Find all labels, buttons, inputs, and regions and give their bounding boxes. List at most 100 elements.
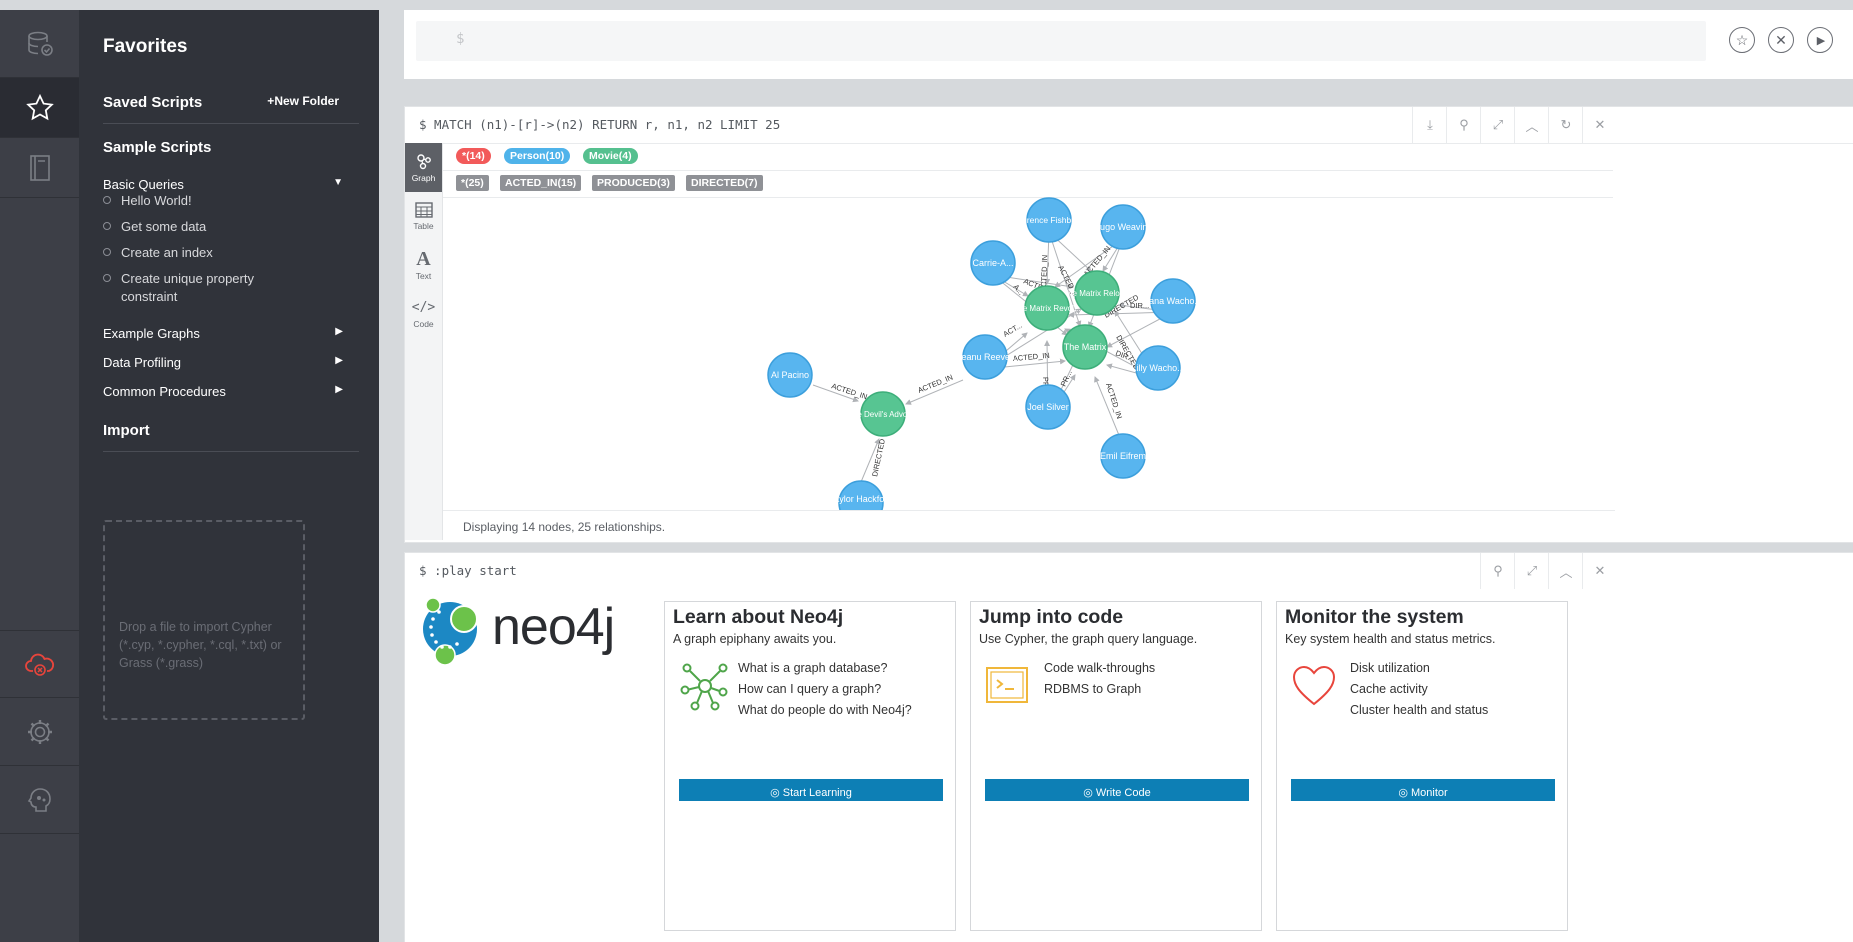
tab-text[interactable]: A Text bbox=[405, 241, 442, 290]
frame-header: $ :play start ⚲ ⤢ ︿ ✕ bbox=[405, 553, 1853, 589]
card-description: Key system health and status metrics. bbox=[1285, 632, 1496, 646]
fullscreen-button[interactable]: ⤢ bbox=[1480, 107, 1515, 143]
download-button[interactable]: ⤓ bbox=[1412, 107, 1447, 143]
caret-down-icon: ▼ bbox=[333, 177, 343, 188]
heart-icon bbox=[1292, 665, 1336, 706]
pin-button[interactable]: ⚲ bbox=[1480, 553, 1515, 589]
rel-type-all[interactable]: *(25) bbox=[456, 175, 489, 191]
card-link[interactable]: Cluster health and status bbox=[1350, 700, 1550, 721]
tab-graph[interactable]: Graph bbox=[405, 143, 442, 192]
favorites-nav-button[interactable] bbox=[0, 78, 79, 138]
expand-icon: ⤢ bbox=[1492, 117, 1504, 132]
card-description: A graph epiphany awaits you. bbox=[673, 632, 837, 646]
node-label-person[interactable]: Person(10) bbox=[504, 148, 571, 164]
card-link[interactable]: Cache activity bbox=[1350, 679, 1550, 700]
person-node[interactable]: Lana Wacho... bbox=[1144, 278, 1202, 324]
person-node[interactable]: Carrie-A... bbox=[970, 240, 1016, 286]
documents-nav-button[interactable] bbox=[0, 138, 79, 198]
favorite-query-button[interactable]: ☆ bbox=[1729, 27, 1755, 53]
pin-button[interactable]: ⚲ bbox=[1446, 107, 1481, 143]
script-get-some-data[interactable]: Get some data bbox=[103, 218, 311, 236]
node-caption: The Matrix Revol... bbox=[1013, 304, 1080, 313]
person-node[interactable]: Hugo Weaving bbox=[1094, 204, 1153, 250]
person-node[interactable]: Al Pacino bbox=[767, 352, 813, 398]
frame-command[interactable]: $ :play start bbox=[419, 563, 517, 578]
about-nav-button[interactable] bbox=[0, 766, 79, 834]
query-editor-bar: $ ☆ ✕ ▶ bbox=[404, 10, 1853, 79]
collapse-button[interactable]: ︿ bbox=[1548, 553, 1583, 589]
neo4j-browser: Favorites Saved Scripts +New Folder Samp… bbox=[0, 0, 1853, 942]
frame-command[interactable]: $ MATCH (n1)-[r]->(n2) RETURN r, n1, n2 … bbox=[419, 117, 780, 132]
person-node[interactable]: Lilly Wacho... bbox=[1131, 345, 1185, 391]
script-create-index[interactable]: Create an index bbox=[103, 244, 311, 262]
start-learning-button[interactable]: ◎ Start Learning bbox=[679, 779, 943, 801]
script-bullet-icon bbox=[103, 274, 111, 282]
run-query-button[interactable]: ▶ bbox=[1807, 27, 1833, 53]
tab-label: Text bbox=[415, 271, 432, 281]
tab-table[interactable]: Table bbox=[405, 192, 442, 241]
close-frame-button[interactable]: ✕ bbox=[1582, 107, 1617, 143]
expand-icon: ⤢ bbox=[1526, 563, 1538, 578]
rel-type-produced[interactable]: PRODUCED(3) bbox=[592, 175, 675, 191]
fullscreen-button[interactable]: ⤢ bbox=[1514, 553, 1549, 589]
basic-queries-folder[interactable]: Basic Queries ▼ bbox=[103, 177, 343, 192]
code-icon: </> bbox=[411, 300, 436, 315]
tab-code[interactable]: </> Code bbox=[405, 290, 442, 339]
collapse-button[interactable]: ︿ bbox=[1514, 107, 1549, 143]
graph-canvas[interactable]: ACTED_IN ACTED_IN DIRECTED ACTED_IN ACTE… bbox=[443, 197, 1615, 510]
neo4j-logo: neo4j bbox=[420, 595, 620, 665]
rel-type-acted-in[interactable]: ACTED_IN(15) bbox=[500, 175, 582, 191]
person-node[interactable]: Joel Silver bbox=[1025, 384, 1071, 430]
node-caption: Carrie-A... bbox=[972, 258, 1013, 268]
rel-type-directed[interactable]: DIRECTED(7) bbox=[686, 175, 763, 191]
script-hello-world[interactable]: Hello World! bbox=[103, 192, 311, 210]
monitor-button[interactable]: ◎ Monitor bbox=[1291, 779, 1555, 801]
movie-node[interactable]: The Matrix bbox=[1062, 324, 1108, 370]
node-caption: Joel Silver bbox=[1027, 402, 1069, 412]
close-frame-button[interactable]: ✕ bbox=[1582, 553, 1617, 589]
query-editor[interactable]: $ bbox=[416, 21, 1706, 61]
card-link[interactable]: Disk utilization bbox=[1350, 658, 1550, 679]
common-procedures-folder[interactable]: Common Procedures ▶ bbox=[103, 384, 343, 399]
person-node[interactable]: Laurence Fishbur... bbox=[1013, 197, 1086, 243]
person-node[interactable]: Emil Eifrem bbox=[1100, 433, 1146, 479]
pin-icon: ⚲ bbox=[1493, 563, 1503, 578]
node-caption: Taylor Hackford bbox=[830, 494, 893, 504]
database-nav-button[interactable] bbox=[0, 10, 79, 78]
node-label-movie[interactable]: Movie(4) bbox=[583, 148, 638, 164]
clear-editor-button[interactable]: ✕ bbox=[1768, 27, 1794, 53]
dropzone-text: Drop a file to import Cypher (*.cyp, *.c… bbox=[119, 620, 282, 670]
import-dropzone[interactable]: Drop a file to import Cypher (*.cyp, *.c… bbox=[103, 520, 305, 720]
graph-icon bbox=[416, 154, 431, 170]
person-node[interactable]: Taylor Hackford bbox=[830, 480, 893, 510]
script-unique-constraint[interactable]: Create unique property constraint bbox=[103, 270, 311, 306]
card-link[interactable]: Code walk-throughs bbox=[1044, 658, 1244, 679]
card-link[interactable]: What do people do with Neo4j? bbox=[738, 700, 938, 721]
editor-prompt: $ bbox=[456, 31, 465, 47]
example-graphs-folder[interactable]: Example Graphs ▶ bbox=[103, 326, 343, 341]
common-procedures-label: Common Procedures bbox=[103, 384, 226, 399]
settings-nav-button[interactable] bbox=[0, 698, 79, 766]
rerun-button[interactable]: ↻ bbox=[1548, 107, 1583, 143]
write-code-button[interactable]: ◎ Write Code bbox=[985, 779, 1249, 801]
card-link[interactable]: RDBMS to Graph bbox=[1044, 679, 1244, 700]
card-title: Learn about Neo4j bbox=[673, 606, 844, 628]
data-profiling-folder[interactable]: Data Profiling ▶ bbox=[103, 355, 343, 370]
sync-nav-button[interactable] bbox=[0, 630, 79, 698]
new-folder-button[interactable]: +New Folder bbox=[267, 94, 339, 108]
card-links: What is a graph database? How can I quer… bbox=[738, 658, 938, 721]
tab-label: Graph bbox=[411, 173, 436, 183]
button-label: Start Learning bbox=[782, 787, 852, 799]
terminal-icon bbox=[986, 667, 1028, 703]
node-label-all[interactable]: *(14) bbox=[456, 148, 491, 164]
card-link[interactable]: How can I query a graph? bbox=[738, 679, 938, 700]
card-link[interactable]: What is a graph database? bbox=[738, 658, 938, 679]
basic-queries-label: Basic Queries bbox=[103, 177, 184, 192]
tab-label: Table bbox=[413, 221, 434, 231]
view-tabs: Graph Table A Text </> Code bbox=[405, 143, 443, 540]
drawer-title: Favorites bbox=[103, 36, 188, 57]
person-node[interactable]: Keanu Reeves bbox=[955, 334, 1015, 380]
neo4j-head-icon bbox=[27, 787, 51, 812]
neo4j-wordmark: neo4j bbox=[492, 598, 615, 656]
script-label: Get some data bbox=[121, 219, 207, 234]
